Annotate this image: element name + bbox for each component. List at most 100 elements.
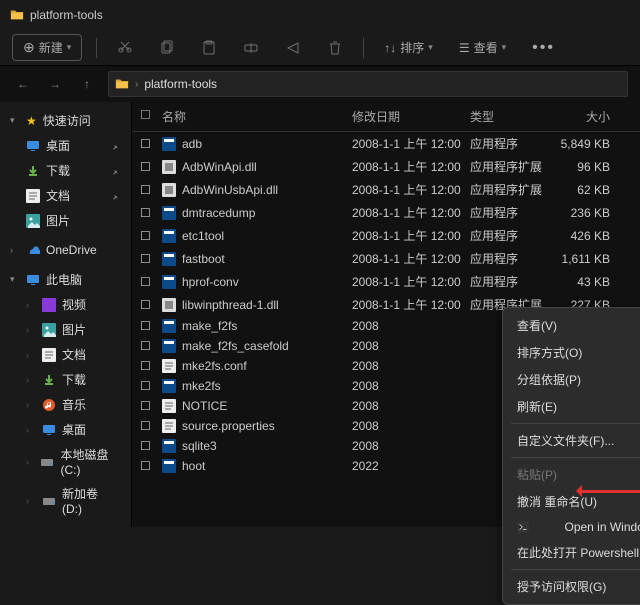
- file-name: AdbWinApi.dll: [162, 160, 352, 174]
- pin-icon: [111, 164, 121, 178]
- sidebar-item-documents[interactable]: 文档: [4, 183, 127, 208]
- header-size[interactable]: 大小: [550, 108, 620, 125]
- table-row[interactable]: ☐dmtracedump2008-1-1 上午 12:00应用程序236 KB: [132, 201, 640, 224]
- row-checkbox[interactable]: ☐: [140, 379, 162, 393]
- row-checkbox[interactable]: ☐: [140, 160, 162, 174]
- rename-button[interactable]: [237, 36, 265, 60]
- ctx-customize[interactable]: 自定义文件夹(F)...: [503, 427, 640, 454]
- file-icon: [26, 189, 40, 203]
- sidebar-item-localc[interactable]: ›本地磁盘 (C:): [4, 442, 127, 481]
- table-row[interactable]: ☐AdbWinApi.dll2008-1-1 上午 12:00应用程序扩展96 …: [132, 155, 640, 178]
- breadcrumb[interactable]: › platform-tools: [108, 71, 628, 97]
- sidebar-item-desktop[interactable]: 桌面: [4, 133, 127, 158]
- file-icon: [162, 275, 176, 289]
- file-name: etc1tool: [162, 229, 352, 243]
- sidebar-item-downloads[interactable]: 下载: [4, 158, 127, 183]
- row-checkbox[interactable]: ☐: [140, 183, 162, 197]
- file-date: 2008: [352, 319, 470, 333]
- file-date: 2022: [352, 459, 470, 473]
- row-checkbox[interactable]: ☐: [140, 229, 162, 243]
- file-name: fastboot: [162, 252, 352, 266]
- row-checkbox[interactable]: ☐: [140, 298, 162, 312]
- folder-icon: [115, 77, 129, 91]
- sidebar-item-label: 下载: [46, 162, 70, 179]
- file-name: sqlite3: [162, 439, 352, 453]
- sidebar-item-pictures[interactable]: 图片: [4, 208, 127, 233]
- separator: [363, 38, 364, 58]
- copy-button[interactable]: [153, 36, 181, 60]
- sidebar-item-onedrive[interactable]: ›OneDrive: [4, 239, 127, 261]
- table-row[interactable]: ☐adb2008-1-1 上午 12:00应用程序5,849 KB: [132, 132, 640, 155]
- sidebar-item-videos[interactable]: ›视频: [4, 292, 127, 317]
- row-checkbox[interactable]: ☐: [140, 206, 162, 220]
- table-row[interactable]: ☐AdbWinUsbApi.dll2008-1-1 上午 12:00应用程序扩展…: [132, 178, 640, 201]
- row-checkbox[interactable]: ☐: [140, 359, 162, 373]
- header-checkbox[interactable]: ☐: [140, 108, 162, 125]
- delete-icon: [327, 40, 343, 56]
- row-checkbox[interactable]: ☐: [140, 459, 162, 473]
- file-icon: [42, 348, 56, 362]
- sidebar-item-label: OneDrive: [46, 243, 97, 257]
- sidebar-item-music[interactable]: ›音乐: [4, 392, 127, 417]
- sidebar-item-label: 桌面: [46, 137, 70, 154]
- star-icon: ★: [26, 114, 37, 128]
- share-button[interactable]: [279, 36, 307, 60]
- window-title: platform-tools: [30, 8, 103, 22]
- ctx-sort[interactable]: 排序方式(O)›: [503, 339, 640, 366]
- table-row[interactable]: ☐etc1tool2008-1-1 上午 12:00应用程序426 KB: [132, 224, 640, 247]
- table-row[interactable]: ☐hprof-conv2008-1-1 上午 12:00应用程序43 KB: [132, 270, 640, 293]
- sidebar-quick-access[interactable]: ▾★快速访问: [4, 108, 127, 133]
- file-icon: [162, 419, 176, 433]
- view-button[interactable]: ☰ 查看 ▾: [453, 35, 512, 60]
- toolbar: ⊕ 新建 ▾ ↑↓ 排序 ▾ ☰ 查看 ▾ •••: [0, 30, 640, 66]
- new-button[interactable]: ⊕ 新建 ▾: [12, 34, 82, 61]
- sidebar-item-downloads2[interactable]: ›下载: [4, 367, 127, 392]
- row-checkbox[interactable]: ☐: [140, 399, 162, 413]
- forward-button[interactable]: →: [44, 73, 66, 95]
- sort-label: 排序: [400, 39, 424, 56]
- file-name: mke2fs: [162, 379, 352, 393]
- table-row[interactable]: ☐fastboot2008-1-1 上午 12:00应用程序1,611 KB: [132, 247, 640, 270]
- paste-button[interactable]: [195, 36, 223, 60]
- up-button[interactable]: ↑: [76, 73, 98, 95]
- sidebar-item-newvol[interactable]: ›新加卷 (D:): [4, 481, 127, 520]
- file-date: 2008-1-1 上午 12:00: [352, 296, 470, 313]
- row-checkbox[interactable]: ☐: [140, 252, 162, 266]
- row-checkbox[interactable]: ☐: [140, 439, 162, 453]
- separator: [511, 423, 640, 424]
- header-type[interactable]: 类型: [470, 108, 550, 125]
- sort-button[interactable]: ↑↓ 排序 ▾: [378, 35, 439, 60]
- view-label: 查看: [474, 39, 498, 56]
- ctx-group[interactable]: 分组依据(P)›: [503, 366, 640, 393]
- row-checkbox[interactable]: ☐: [140, 319, 162, 333]
- ctx-open-powershell[interactable]: 在此处打开 Powershell 窗口(S): [503, 539, 640, 566]
- ctx-open-terminal[interactable]: Open in Windows Terminal: [503, 515, 640, 539]
- delete-button[interactable]: [321, 36, 349, 60]
- navbar: ← → ↑ › platform-tools: [0, 66, 640, 102]
- more-button[interactable]: •••: [526, 35, 561, 61]
- sidebar-item-thispc[interactable]: ▾此电脑: [4, 267, 127, 292]
- sidebar-item-pictures2[interactable]: ›图片: [4, 317, 127, 342]
- header-name[interactable]: 名称: [162, 108, 352, 125]
- row-checkbox[interactable]: ☐: [140, 275, 162, 289]
- cut-button[interactable]: [111, 36, 139, 60]
- sidebar-item-desktop2[interactable]: ›桌面: [4, 417, 127, 442]
- more-icon: •••: [532, 39, 555, 57]
- row-checkbox[interactable]: ☐: [140, 419, 162, 433]
- sidebar-item-documents2[interactable]: ›文档: [4, 342, 127, 367]
- ctx-view[interactable]: 查看(V)›: [503, 312, 640, 339]
- file-icon: [162, 160, 176, 174]
- pin-icon: [111, 189, 121, 203]
- header-date[interactable]: 修改日期: [352, 108, 470, 125]
- ctx-grant-access[interactable]: 授予访问权限(G)›: [503, 573, 640, 600]
- file-type: 应用程序扩展: [470, 181, 550, 198]
- pin-icon: [111, 139, 121, 153]
- copy-icon: [159, 40, 175, 56]
- ctx-refresh[interactable]: 刷新(E): [503, 393, 640, 420]
- file-icon: [162, 229, 176, 243]
- download-icon: [26, 164, 40, 178]
- row-checkbox[interactable]: ☐: [140, 137, 162, 151]
- row-checkbox[interactable]: ☐: [140, 339, 162, 353]
- context-menu: 查看(V)› 排序方式(O)› 分组依据(P)› 刷新(E) 自定义文件夹(F)…: [502, 307, 640, 605]
- back-button[interactable]: ←: [12, 73, 34, 95]
